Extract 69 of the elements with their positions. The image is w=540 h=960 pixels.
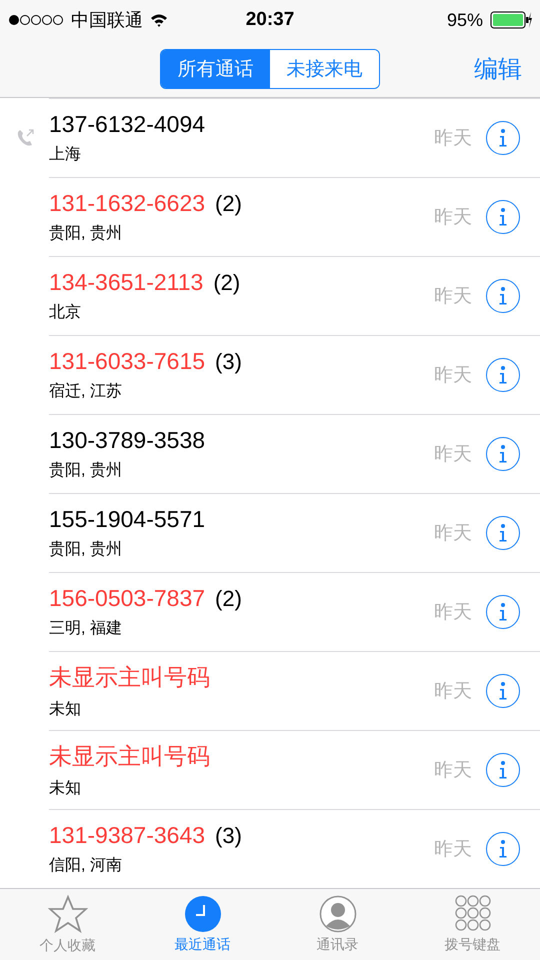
call-time: 昨天: [434, 601, 472, 625]
call-count: (3): [215, 349, 242, 375]
keypad-icon: [454, 895, 490, 933]
caller-location: 上海: [49, 144, 82, 165]
info-button[interactable]: [486, 832, 520, 866]
caller-location: 信阳, 河南: [49, 856, 123, 876]
call-count: (3): [215, 823, 242, 849]
wifi-icon: [150, 13, 168, 27]
info-icon: [498, 602, 508, 622]
caller-number: 137-6132-4094: [49, 111, 206, 138]
caller-location: 贵阳, 贵州: [49, 540, 123, 560]
info-icon: [498, 128, 508, 148]
caller-number: 134-3651-2113: [49, 269, 204, 296]
call-time: 昨天: [434, 838, 472, 862]
info-button[interactable]: [486, 358, 520, 392]
battery-icon: [490, 11, 532, 29]
edit-button[interactable]: 编辑: [468, 52, 528, 86]
caller-location: 未知: [49, 700, 82, 720]
caller-location: 未知: [49, 778, 82, 799]
call-count: (2): [213, 270, 240, 296]
info-icon: [498, 365, 508, 385]
call-time: 昨天: [434, 127, 472, 151]
caller-number: 131-1632-6623: [49, 190, 206, 217]
caller-location: 三明, 福建: [49, 618, 123, 639]
call-time: 昨天: [434, 443, 472, 467]
caller-location: 北京: [49, 302, 82, 323]
caller-location: 宿迁, 江苏: [49, 382, 123, 402]
info-button[interactable]: [486, 279, 520, 313]
caller-location: 贵阳, 贵州: [49, 224, 123, 244]
info-button[interactable]: [486, 753, 520, 787]
call-time: 昨天: [434, 364, 472, 388]
carrier-name: 中国联通: [71, 9, 143, 32]
call-time: 昨天: [434, 522, 472, 546]
info-icon: [498, 839, 508, 859]
info-button[interactable]: [486, 121, 520, 155]
info-button[interactable]: [486, 674, 520, 708]
star-icon: [48, 894, 88, 934]
caller-number: 131-9387-3643: [49, 822, 206, 849]
call-time: 昨天: [434, 206, 472, 230]
caller-number: 130-3789-3538: [49, 427, 206, 454]
call-count: (2): [215, 586, 242, 612]
caller-number: 155-1904-5571: [49, 506, 206, 533]
info-button[interactable]: [486, 200, 520, 234]
status-time: 20:37: [246, 9, 294, 31]
caller-number: 156-0503-7837: [49, 585, 206, 612]
clock-icon: [184, 895, 222, 933]
info-icon: [498, 286, 508, 306]
battery-percent: 95%: [446, 10, 484, 30]
call-time: 昨天: [434, 285, 472, 309]
info-icon: [498, 207, 508, 227]
caller-location: 贵阳, 贵州: [49, 460, 123, 481]
caller-number: 未显示主叫号码: [49, 742, 210, 771]
info-button[interactable]: [486, 595, 520, 629]
info-icon: [498, 681, 508, 701]
info-icon: [498, 444, 508, 464]
info-button[interactable]: [486, 437, 520, 471]
info-button[interactable]: [486, 516, 520, 550]
tab-bar-item[interactable]: 最近通话: [135, 889, 270, 960]
caller-number: 131-6033-7615: [49, 348, 206, 375]
segment-tab[interactable]: 所有通话: [161, 50, 270, 88]
segment-tab[interactable]: 未接来电: [270, 50, 379, 88]
info-icon: [498, 760, 508, 780]
call-time: 昨天: [434, 680, 472, 704]
info-icon: [498, 523, 508, 543]
call-time: 昨天: [434, 759, 472, 783]
signal-icon: [8, 14, 64, 26]
person-icon: [318, 895, 356, 933]
call-count: (2): [215, 191, 242, 217]
caller-number: 未显示主叫号码: [49, 663, 210, 692]
